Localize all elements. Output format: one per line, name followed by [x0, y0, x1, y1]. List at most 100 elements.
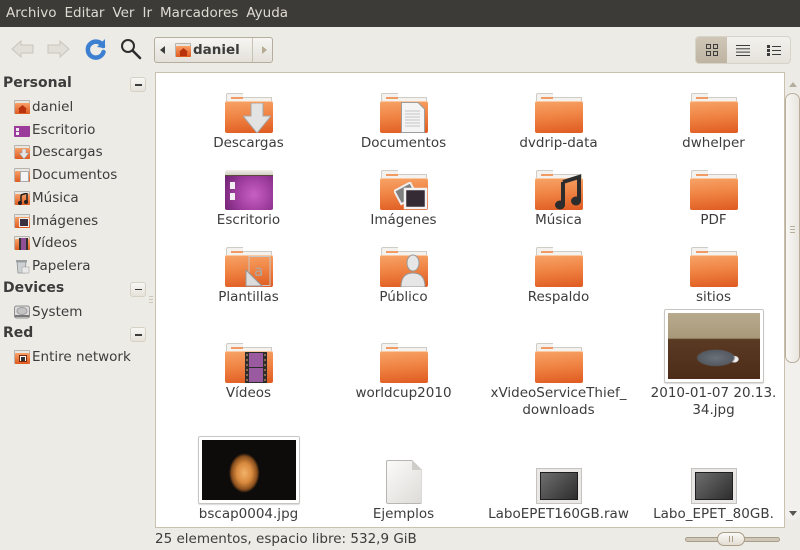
home-folder-icon [14, 100, 30, 114]
collapse-devices-button[interactable] [130, 281, 146, 297]
sidebar-item-label: Papelera [32, 257, 91, 274]
user-folder-icon [379, 247, 428, 287]
desktop-icon [14, 122, 30, 137]
sidebar-item-documentos[interactable]: Documentos [14, 165, 117, 185]
file-item[interactable]: Público [326, 247, 481, 306]
sidebar-resize-handle[interactable] [149, 296, 153, 305]
file-item[interactable]: xVideoServiceThief_ downloads [481, 343, 636, 419]
sidebar-item-descargas[interactable]: Descargas [14, 142, 103, 162]
sidebar-item-daniel[interactable]: daniel [14, 97, 73, 117]
file-item[interactable]: Labo_EPET_80GB. [636, 468, 784, 523]
file-name: Descargas [213, 135, 284, 151]
pathbar-scroll-left-icon[interactable] [160, 46, 165, 54]
file-item[interactable]: Respaldo [481, 247, 636, 306]
folder-icon [534, 93, 583, 133]
list-view-button[interactable] [759, 37, 790, 63]
file-name: Ejemplos [372, 506, 435, 522]
file-name: dwhelper [682, 135, 745, 151]
sidebar-item-entire-network[interactable]: Entire network [14, 347, 131, 367]
file-item[interactable]: 2010-01-07 20.13. 34.jpg [636, 309, 784, 419]
file-icon-view[interactable]: Descargas Documentos dvdrip-data dwhelper Es… [155, 72, 785, 528]
file-item[interactable]: Vídeos [171, 343, 326, 402]
collapse-red-button[interactable] [130, 327, 146, 343]
sidebar-item-system[interactable]: System [14, 302, 82, 322]
file-item[interactable]: sitios [636, 247, 784, 306]
file-item[interactable]: bscap0004.jpg [171, 436, 326, 523]
collapse-personal-button[interactable] [130, 77, 146, 92]
sidebar-item-papelera[interactable]: Papelera [14, 256, 91, 276]
home-folder-icon [175, 43, 191, 57]
menu-marcadores[interactable]: Marcadores [156, 0, 242, 27]
sidebar-item-videos[interactable]: Vídeos [14, 233, 77, 253]
file-name: PDF [700, 212, 727, 228]
file-item[interactable]: dwhelper [636, 93, 784, 152]
menu-archivo[interactable]: Archivo [2, 0, 60, 27]
file-item[interactable]: dvdrip-data [481, 93, 636, 152]
desktop-folder-icon [224, 170, 273, 210]
file-name: sitios [695, 289, 732, 305]
file-item[interactable]: Documentos [326, 93, 481, 152]
svg-text:a: a [254, 262, 263, 280]
sidebar-item-escritorio[interactable]: Escritorio [14, 120, 95, 140]
reload-button[interactable] [83, 36, 109, 62]
blank-file-icon [385, 460, 422, 504]
lines-icon [735, 44, 750, 56]
file-name: bscap0004.jpg [198, 506, 299, 522]
file-name: LaboEPET160GB.raw [488, 506, 629, 522]
file-name: worldcup2010 [355, 385, 452, 401]
menu-ayuda[interactable]: Ayuda [242, 0, 292, 27]
menu-ver[interactable]: Ver [108, 0, 138, 27]
user-emblem-icon [399, 254, 426, 287]
image-thumbnail-dog [663, 309, 764, 383]
grid-icon [705, 44, 718, 56]
file-name: Labo_EPET_80GB. [653, 506, 774, 522]
menu-ir[interactable]: Ir [138, 0, 156, 27]
pathbar-crumb-home[interactable]: daniel [175, 38, 253, 62]
file-item[interactable]: Descargas [171, 93, 326, 152]
scrollbar-thumb[interactable] [785, 93, 800, 363]
sidebar-section-personal: Personal [3, 75, 72, 91]
reload-icon [85, 39, 106, 60]
file-item[interactable]: Escritorio [171, 170, 326, 229]
file-item[interactable]: Imágenes [326, 170, 481, 229]
back-button[interactable] [10, 36, 36, 62]
folder-icon [689, 170, 738, 210]
disk-image-file-icon [690, 468, 737, 504]
forward-button[interactable] [45, 36, 71, 62]
sidebar-item-musica[interactable]: Música [14, 188, 79, 208]
image-thumbnail-ultrasound [197, 436, 300, 504]
file-item[interactable]: PDF [636, 170, 784, 229]
view-mode-switcher [695, 36, 791, 64]
places-sidebar: Personal daniel Escritorio Descargas Documen… [0, 72, 153, 532]
list-icon [767, 44, 782, 56]
search-button[interactable] [118, 36, 144, 62]
pathbar-crumb-label: daniel [193, 42, 240, 58]
file-item[interactable]: Música [481, 170, 636, 229]
sidebar-item-label: Descargas [32, 144, 103, 161]
file-item[interactable]: LaboEPET160GB.raw [481, 468, 636, 523]
file-name: Vídeos [225, 385, 272, 401]
compact-view-button[interactable] [727, 37, 758, 63]
downloads-folder-icon [14, 145, 30, 160]
scroll-up-arrow-icon[interactable] [789, 82, 797, 87]
file-item[interactable]: worldcup2010 [326, 343, 481, 402]
scroll-down-arrow-icon[interactable] [789, 511, 797, 516]
vertical-scrollbar[interactable] [785, 72, 800, 528]
file-item[interactable]: a Plantillas [171, 247, 326, 306]
sidebar-item-imagenes[interactable]: Imágenes [14, 211, 98, 231]
zoom-slider-handle[interactable] [717, 532, 745, 546]
search-icon [121, 39, 142, 60]
download-arrow-emblem-icon [242, 103, 271, 133]
location-pathbar: daniel [154, 37, 273, 63]
zoom-slider[interactable] [685, 532, 780, 546]
pathbar-scroll-right-icon[interactable] [262, 46, 267, 54]
icon-view-button[interactable] [696, 37, 728, 63]
file-name: Respaldo [527, 289, 590, 305]
file-item[interactable]: Ejemplos [326, 460, 481, 523]
sidebar-item-label: Escritorio [32, 121, 96, 138]
menubar: Archivo Editar Ver Ir Marcadores Ayuda [0, 0, 800, 27]
harddisk-icon [14, 305, 30, 319]
sidebar-item-label: Entire network [32, 349, 131, 366]
menu-editar[interactable]: Editar [60, 0, 108, 27]
documents-folder-icon [14, 168, 30, 183]
